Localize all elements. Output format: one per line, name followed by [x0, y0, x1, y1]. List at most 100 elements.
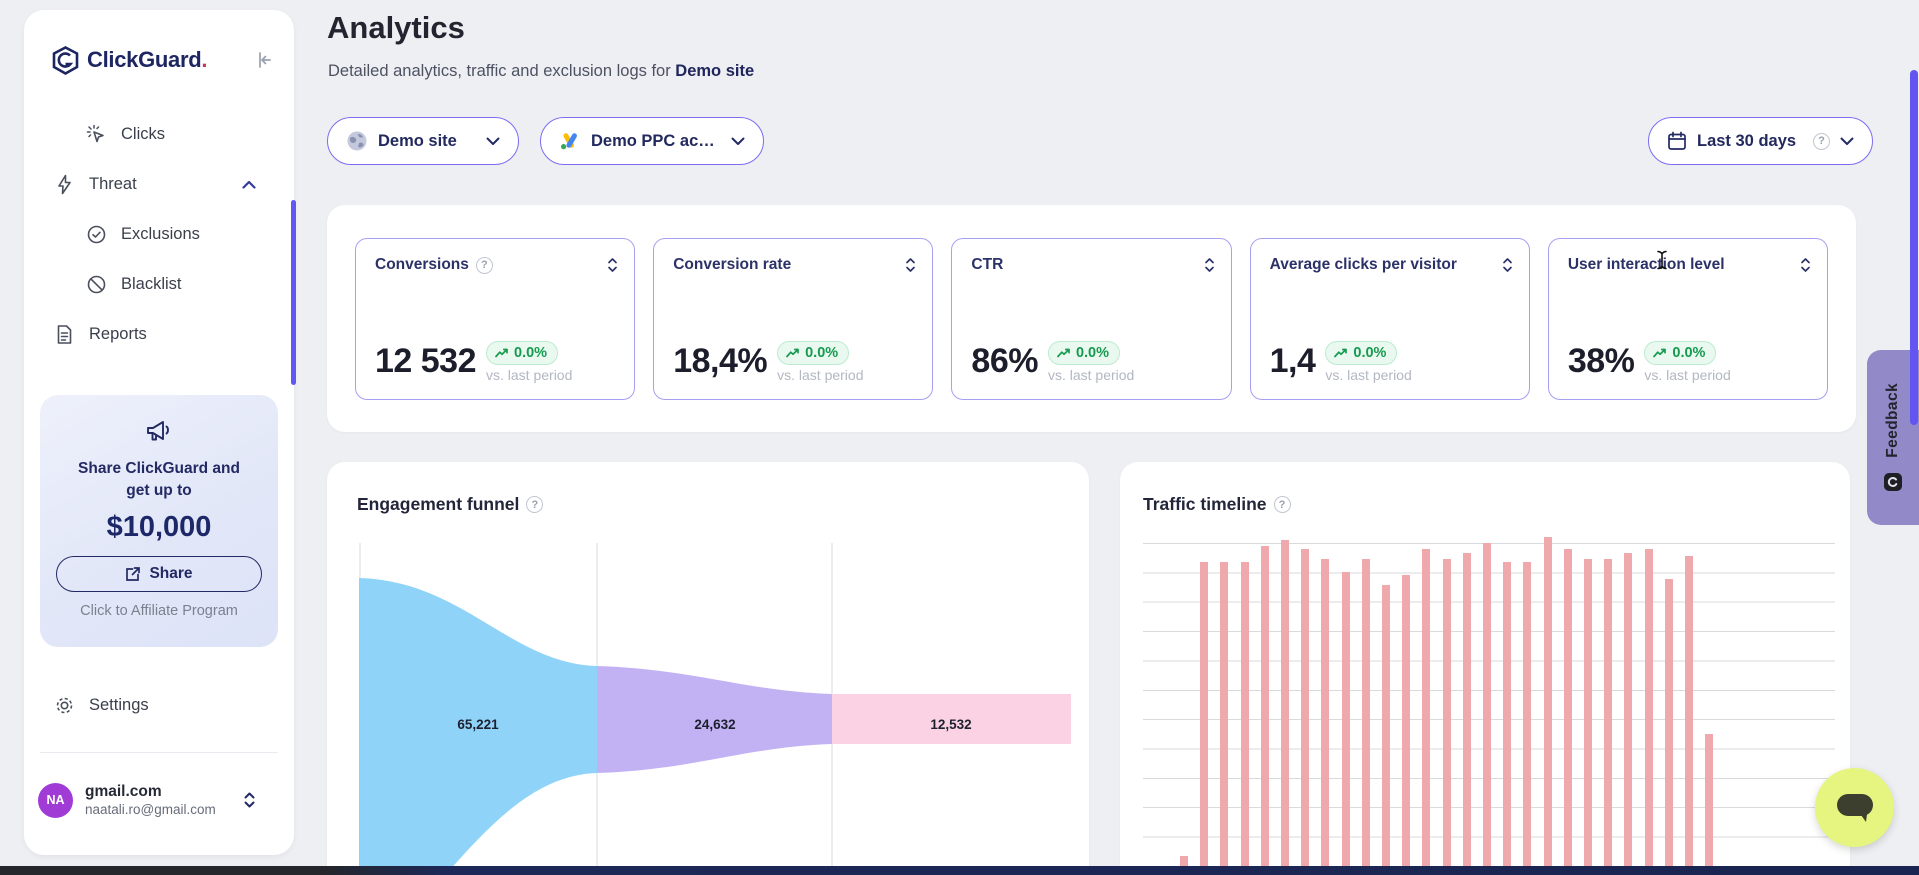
promo-text: Share ClickGuard and get up to: [40, 458, 278, 503]
traffic-bar: [1281, 540, 1289, 866]
stat-value: 18,4%: [673, 342, 767, 381]
select-chevrons-icon[interactable]: [243, 791, 256, 809]
stat-card-interaction-level: User interaction level 38% 0.0% vs. last…: [1548, 238, 1828, 400]
traffic-bar: [1523, 562, 1531, 866]
traffic-bar: [1705, 734, 1713, 866]
traffic-bar: [1443, 559, 1451, 866]
sort-chevrons-icon[interactable]: [1204, 257, 1215, 273]
help-icon[interactable]: ?: [1813, 133, 1830, 150]
trending-up-icon: [1653, 348, 1667, 358]
site-filter-dropdown[interactable]: Demo site: [327, 117, 519, 165]
traffic-timeline-card: Traffic timeline ?: [1120, 462, 1850, 875]
traffic-chart-title: Traffic timeline: [1143, 494, 1267, 515]
stat-title: Average clicks per visitor: [1270, 256, 1457, 274]
chat-bubble-icon: [1835, 792, 1875, 824]
feedback-label: Feedback: [1884, 383, 1902, 458]
stat-value: 38%: [1568, 342, 1635, 381]
site-filter-value: Demo site: [378, 132, 457, 151]
traffic-bar: [1200, 562, 1208, 866]
sort-chevrons-icon[interactable]: [1800, 257, 1811, 273]
engagement-funnel-chart: 65,221 24,632 12,532: [359, 543, 1071, 873]
sidebar-item-exclusions[interactable]: Exclusions: [24, 209, 294, 259]
stat-sub: vs. last period: [1048, 367, 1134, 383]
sort-chevrons-icon[interactable]: [905, 257, 916, 273]
ban-icon: [86, 274, 107, 295]
stat-title: Conversion rate: [673, 256, 791, 274]
chat-launcher-button[interactable]: [1815, 768, 1894, 847]
share-label: Share: [149, 565, 192, 583]
funnel-chart-title: Engagement funnel: [357, 494, 519, 515]
stat-sub: vs. last period: [777, 367, 863, 383]
sidebar-item-label: Threat: [89, 175, 137, 194]
feedback-icon: [1883, 472, 1903, 492]
chevron-up-icon[interactable]: [242, 180, 256, 189]
sort-chevrons-icon[interactable]: [1502, 257, 1513, 273]
traffic-bar: [1483, 543, 1491, 866]
stat-card-ctr: CTR 86% 0.0% vs. last period: [951, 238, 1231, 400]
traffic-bar: [1220, 562, 1228, 866]
stats-panel: Conversions ? 12 532 0.0% vs. last perio…: [327, 205, 1856, 432]
traffic-bar: [1180, 856, 1188, 866]
account-switcher[interactable]: NA gmail.com naatali.ro@gmail.com: [38, 772, 282, 828]
sidebar-item-reports[interactable]: Reports: [24, 309, 294, 359]
help-icon[interactable]: ?: [1274, 496, 1291, 513]
trending-up-icon: [786, 348, 800, 358]
share-button[interactable]: Share: [56, 556, 262, 592]
sidebar-scrollbar-thumb[interactable]: [291, 200, 296, 385]
sidebar-item-clicks[interactable]: Clicks: [24, 109, 294, 159]
change-badge: 0.0%: [1644, 341, 1716, 365]
traffic-bar: [1241, 562, 1249, 866]
account-text: gmail.com naatali.ro@gmail.com: [85, 783, 216, 817]
promo-amount: $10,000: [40, 511, 278, 544]
traffic-bar: [1564, 549, 1572, 866]
traffic-bar: [1321, 559, 1329, 866]
traffic-bar: [1362, 559, 1370, 866]
sidebar-item-label: Clicks: [121, 125, 165, 144]
subtitle-site-name: Demo site: [675, 62, 754, 80]
gear-icon: [54, 695, 75, 716]
traffic-bar: [1402, 575, 1410, 866]
stat-card-conversions: Conversions ? 12 532 0.0% vs. last perio…: [355, 238, 635, 400]
traffic-timeline-chart: [1143, 543, 1835, 866]
collapse-sidebar-icon[interactable]: [254, 50, 274, 70]
google-ads-icon: [559, 131, 581, 151]
bolt-icon: [54, 174, 75, 195]
traffic-bar: [1342, 572, 1350, 866]
traffic-bar: [1645, 549, 1653, 866]
stat-card-avg-clicks: Average clicks per visitor 1,4 0.0% vs. …: [1250, 238, 1530, 400]
affiliate-program-link[interactable]: Click to Affiliate Program: [40, 603, 278, 619]
date-range-dropdown[interactable]: Last 30 days ?: [1648, 117, 1873, 165]
ppc-filter-value: Demo PPC ac…: [591, 132, 715, 151]
traffic-bar: [1665, 579, 1673, 866]
logo-row: ClickGuard.: [52, 40, 274, 80]
traffic-bar: [1301, 549, 1309, 866]
sort-chevrons-icon[interactable]: [607, 257, 618, 273]
sidebar-item-settings[interactable]: Settings: [24, 682, 294, 728]
sidebar-nav: Clicks Threat Exclusions: [24, 109, 294, 359]
engagement-funnel-card: Engagement funnel ? 65,221 24,632 12,532: [327, 462, 1089, 875]
bottom-scrollbar[interactable]: [0, 866, 1919, 875]
sidebar-item-threat[interactable]: Threat: [24, 159, 294, 209]
traffic-bar: [1503, 562, 1511, 866]
stat-title: CTR: [971, 256, 1003, 274]
sidebar-item-blacklist[interactable]: Blacklist: [24, 259, 294, 309]
sidebar-item-label: Reports: [89, 325, 147, 344]
traffic-bar: [1261, 546, 1269, 866]
sidebar-divider: [40, 752, 278, 753]
ppc-account-dropdown[interactable]: Demo PPC ac…: [540, 117, 764, 165]
chevron-down-icon: [1840, 137, 1854, 146]
avatar: NA: [38, 783, 73, 818]
page-scrollbar-thumb[interactable]: [1910, 70, 1918, 425]
help-icon[interactable]: ?: [526, 496, 543, 513]
traffic-bar: [1624, 553, 1632, 866]
help-icon[interactable]: ?: [476, 257, 493, 274]
date-filter-value: Last 30 days: [1697, 132, 1796, 151]
funnel-stage-label: 12,532: [930, 717, 971, 732]
page-subtitle: Detailed analytics, traffic and exclusio…: [328, 62, 754, 81]
affiliate-promo-card[interactable]: Share ClickGuard and get up to $10,000 S…: [40, 395, 278, 647]
clickguard-logo-icon: [52, 46, 79, 75]
calendar-icon: [1667, 131, 1687, 151]
change-badge: 0.0%: [486, 341, 558, 365]
traffic-bar: [1685, 556, 1693, 866]
settings-label: Settings: [89, 696, 149, 715]
